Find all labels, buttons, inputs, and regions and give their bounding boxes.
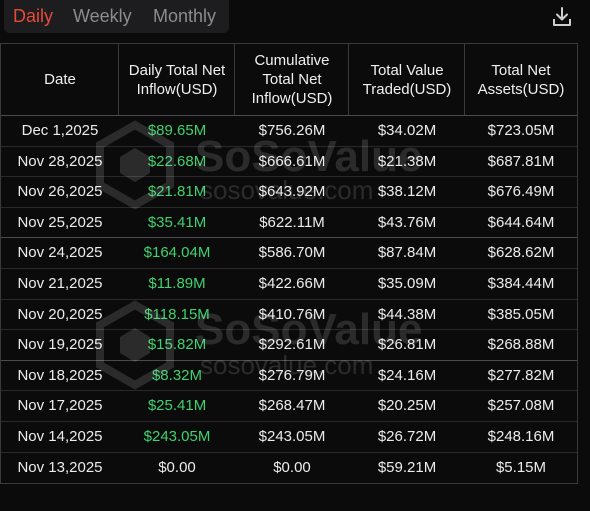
table-row[interactable]: Nov 28,2025 $22.68M $666.61M $21.38M $687.81… xyxy=(1,147,577,178)
cell-value-traded: $43.76M xyxy=(377,213,437,231)
cell-date: Nov 19,2025 xyxy=(17,336,103,354)
cell-date: Nov 13,2025 xyxy=(17,458,103,476)
cell-value-traded: $59.21M xyxy=(377,458,437,476)
cell-value-traded: $20.25M xyxy=(377,397,437,415)
cell-daily-inflow: $11.89M xyxy=(148,274,206,292)
tab-monthly[interactable]: Monthly xyxy=(153,0,216,33)
cell-cumulative-inflow: $276.79M xyxy=(258,366,326,384)
table-row[interactable]: Nov 19,2025 $15.82M $292.61M $26.81M $268.88… xyxy=(1,330,577,361)
cell-cumulative-inflow: $0.00 xyxy=(273,458,311,476)
cell-value-traded: $34.02M xyxy=(377,122,437,139)
cell-cumulative-inflow: $586.70M xyxy=(258,244,326,262)
download-icon[interactable] xyxy=(551,6,573,28)
table-row[interactable]: Nov 21,2025 $11.89M $422.66M $35.09M $384.44… xyxy=(1,269,577,300)
cell-date: Nov 28,2025 xyxy=(17,152,103,170)
etf-flow-panel: Daily Weekly Monthly Date Daily Total Ne… xyxy=(0,0,590,511)
cell-daily-inflow: $21.81M xyxy=(147,183,207,201)
cell-date: Nov 21,2025 xyxy=(17,274,103,292)
cell-net-assets: $676.49M xyxy=(487,183,555,201)
period-tabs: Daily Weekly Monthly xyxy=(4,0,229,33)
cell-net-assets: $385.05M xyxy=(487,305,555,323)
table-body: Dec 1,2025 $89.65M $756.26M $34.02M $723.05M… xyxy=(1,116,577,483)
cell-cumulative-inflow: $643.92M xyxy=(258,183,326,201)
table-row[interactable]: Nov 24,2025 $164.04M $586.70M $87.84M $628.6… xyxy=(1,238,577,269)
cell-cumulative-inflow: $268.47M xyxy=(258,397,326,415)
table-row[interactable]: Nov 17,2025 $25.41M $268.47M $20.25M $257.08… xyxy=(1,391,577,422)
cell-net-assets: $268.88M xyxy=(487,336,555,354)
cell-daily-inflow: $89.65M xyxy=(147,122,207,139)
cell-date: Nov 25,2025 xyxy=(17,213,103,231)
cell-date: Nov 20,2025 xyxy=(17,305,103,323)
cell-cumulative-inflow: $756.26M xyxy=(258,122,326,139)
cell-date: Nov 26,2025 xyxy=(17,183,103,201)
header-cumulative-inflow[interactable]: Cumulative Total Net Inflow(USD) xyxy=(235,44,349,115)
cell-daily-inflow: $118.15M xyxy=(144,305,210,323)
cell-cumulative-inflow: $410.76M xyxy=(258,305,326,323)
cell-net-assets: $5.15M xyxy=(495,458,547,476)
cell-daily-inflow: $22.68M xyxy=(147,152,207,170)
cell-date: Nov 14,2025 xyxy=(17,427,103,445)
cell-net-assets: $628.62M xyxy=(487,244,555,262)
cell-daily-inflow: $25.41M xyxy=(147,397,207,415)
cell-value-traded: $87.84M xyxy=(377,244,437,262)
table-row[interactable]: Nov 20,2025 $118.15M $410.76M $44.38M $385.0… xyxy=(1,300,577,331)
cell-cumulative-inflow: $666.61M xyxy=(258,152,326,170)
cell-date: Nov 24,2025 xyxy=(17,244,103,262)
cell-value-traded: $38.12M xyxy=(377,183,437,201)
cell-daily-inflow: $0.00 xyxy=(158,458,196,476)
cell-net-assets: $687.81M xyxy=(487,152,555,170)
cell-daily-inflow: $8.32M xyxy=(151,366,203,384)
cell-date: Nov 17,2025 xyxy=(17,397,103,415)
cell-date: Dec 1,2025 xyxy=(21,122,99,139)
cell-value-traded: $21.38M xyxy=(377,152,437,170)
cell-value-traded: $35.09M xyxy=(377,274,437,292)
cell-cumulative-inflow: $292.61M xyxy=(258,336,326,354)
cell-cumulative-inflow: $622.11M xyxy=(259,213,325,231)
cell-net-assets: $277.82M xyxy=(487,366,555,384)
table-header: Date Daily Total Net Inflow(USD) Cumulat… xyxy=(1,44,577,116)
header-value-traded[interactable]: Total Value Traded(USD) xyxy=(349,44,465,115)
tab-daily[interactable]: Daily xyxy=(13,0,53,33)
table-row[interactable]: Nov 26,2025 $21.81M $643.92M $38.12M $676.49… xyxy=(1,177,577,208)
cell-net-assets: $257.08M xyxy=(487,397,555,415)
cell-date: Nov 18,2025 xyxy=(17,366,103,384)
cell-cumulative-inflow: $422.66M xyxy=(258,274,326,292)
cell-value-traded: $26.72M xyxy=(377,427,437,445)
cell-net-assets: $248.16M xyxy=(487,427,555,445)
table-row[interactable]: Nov 25,2025 $35.41M $622.11M $43.76M $644.64… xyxy=(1,208,577,239)
cell-net-assets: $723.05M xyxy=(487,122,555,139)
cell-value-traded: $26.81M xyxy=(377,336,437,354)
table-row[interactable]: Nov 14,2025 $243.05M $243.05M $26.72M $248.1… xyxy=(1,422,577,453)
cell-net-assets: $384.44M xyxy=(487,274,555,292)
cell-cumulative-inflow: $243.05M xyxy=(258,427,326,445)
header-date[interactable]: Date xyxy=(1,44,119,115)
cell-daily-inflow: $35.41M xyxy=(147,213,207,231)
cell-value-traded: $44.38M xyxy=(377,305,437,323)
table-row[interactable]: Nov 13,2025 $0.00 $0.00 $59.21M $5.15M xyxy=(1,453,577,484)
flow-table: Date Daily Total Net Inflow(USD) Cumulat… xyxy=(0,43,578,484)
cell-daily-inflow: $243.05M xyxy=(143,427,211,445)
header-net-assets[interactable]: Total Net Assets(USD) xyxy=(465,44,577,115)
cell-daily-inflow: $164.04M xyxy=(143,244,211,262)
tab-weekly[interactable]: Weekly xyxy=(73,0,132,33)
cell-daily-inflow: $15.82M xyxy=(147,336,207,354)
cell-value-traded: $24.16M xyxy=(377,366,437,384)
table-row[interactable]: Dec 1,2025 $89.65M $756.26M $34.02M $723.05M xyxy=(1,116,577,147)
table-row[interactable]: Nov 18,2025 $8.32M $276.79M $24.16M $277.82M xyxy=(1,361,577,392)
header-daily-inflow[interactable]: Daily Total Net Inflow(USD) xyxy=(119,44,235,115)
cell-net-assets: $644.64M xyxy=(487,213,555,231)
